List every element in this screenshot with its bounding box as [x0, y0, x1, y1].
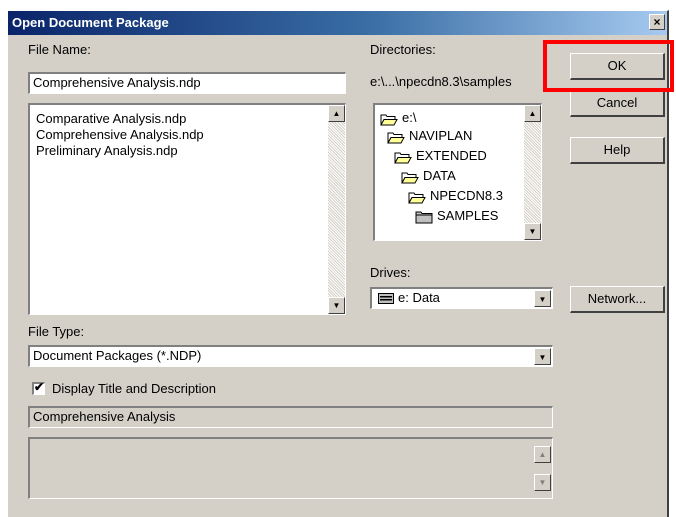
directory-tree[interactable]: e:\ NAVIPLAN EXTENDED DATA NPECDN8.3 SAM…: [373, 103, 542, 241]
display-title-label: Display Title and Description: [52, 381, 217, 396]
description-field: ▲ ▼: [28, 437, 553, 499]
scroll-down-icon[interactable]: ▼: [524, 223, 541, 240]
file-type-select[interactable]: Document Packages (*.NDP) ▼: [28, 345, 553, 367]
window-title: Open Document Package: [12, 15, 169, 30]
directory-item-extended[interactable]: EXTENDED: [394, 146, 487, 166]
scroll-up-icon[interactable]: ▲: [534, 446, 551, 463]
file-type-label: File Type:: [28, 324, 85, 339]
directory-item-npecdn83[interactable]: NPECDN8.3: [408, 186, 503, 206]
drives-selected: e: Data: [378, 290, 440, 305]
chevron-down-icon[interactable]: ▼: [534, 290, 551, 307]
scroll-up-icon[interactable]: ▲: [524, 105, 541, 122]
list-item[interactable]: Comprehensive Analysis.ndp: [36, 127, 204, 143]
open-folder-icon: [394, 152, 412, 164]
cancel-button[interactable]: Cancel: [570, 90, 665, 117]
drives-select[interactable]: e: Data ▼: [370, 287, 553, 309]
file-list[interactable]: Comparative Analysis.ndp Comprehensive A…: [28, 103, 346, 315]
description-scrollbar[interactable]: ▲ ▼: [534, 440, 551, 497]
title-bar: Open Document Package ×: [8, 11, 667, 35]
file-name-label: File Name:: [28, 42, 91, 57]
file-list-scrollbar[interactable]: ▲ ▼: [328, 105, 345, 314]
open-folder-icon: [401, 172, 419, 184]
file-type-selected: Document Packages (*.NDP): [33, 348, 202, 363]
file-name-input[interactable]: Comprehensive Analysis.ndp: [28, 72, 346, 94]
list-item[interactable]: Comparative Analysis.ndp: [36, 111, 186, 127]
open-folder-icon: [380, 114, 398, 126]
ok-button-highlight: [543, 40, 674, 92]
directory-item-root[interactable]: e:\: [380, 108, 416, 128]
network-button[interactable]: Network...: [570, 286, 665, 313]
title-value: Comprehensive Analysis: [33, 409, 176, 424]
title-field: Comprehensive Analysis: [28, 406, 553, 428]
file-name-value: Comprehensive Analysis.ndp: [33, 75, 201, 90]
directories-label: Directories:: [370, 42, 436, 57]
list-item[interactable]: Preliminary Analysis.ndp: [36, 143, 178, 159]
current-directory-path: e:\...\npecdn8.3\samples: [370, 74, 512, 89]
directory-item-samples[interactable]: SAMPLES: [415, 206, 498, 226]
display-title-checkbox[interactable]: ✔: [32, 380, 45, 395]
open-folder-icon: [387, 132, 405, 144]
folder-icon: [415, 211, 433, 224]
close-icon[interactable]: ×: [649, 14, 665, 30]
scroll-up-icon[interactable]: ▲: [328, 105, 345, 122]
checkmark-icon: ✔: [34, 380, 45, 394]
open-folder-icon: [408, 192, 426, 204]
directory-scrollbar[interactable]: ▲ ▼: [524, 105, 541, 240]
chevron-down-icon[interactable]: ▼: [534, 348, 551, 365]
help-button[interactable]: Help: [570, 137, 665, 164]
drives-label: Drives:: [370, 265, 411, 280]
directory-item-data[interactable]: DATA: [401, 166, 456, 186]
drive-icon: [378, 293, 394, 305]
scroll-down-icon[interactable]: ▼: [534, 474, 551, 491]
scroll-down-icon[interactable]: ▼: [328, 297, 345, 314]
directory-item-naviplan[interactable]: NAVIPLAN: [387, 126, 472, 146]
